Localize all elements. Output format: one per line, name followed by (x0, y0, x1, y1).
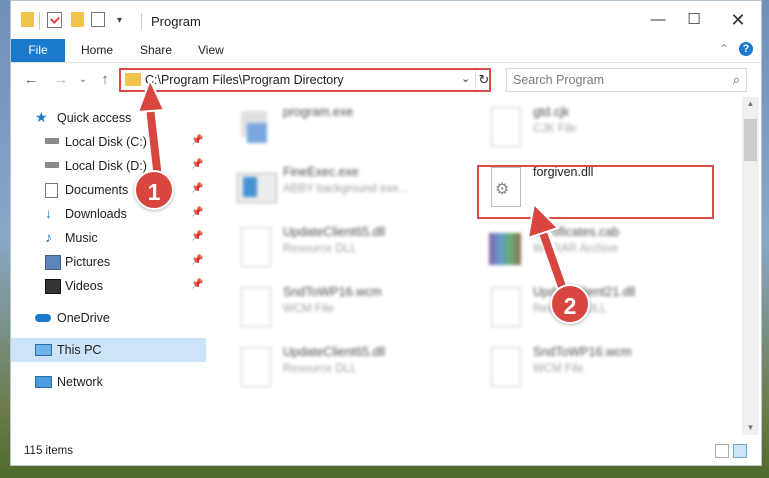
callout-badge-one: 1 (134, 170, 174, 210)
annotation-arrows (136, 77, 572, 304)
arrow-one (136, 77, 166, 184)
callout-badge-two: 2 (550, 284, 590, 324)
arrow-two (526, 201, 572, 304)
